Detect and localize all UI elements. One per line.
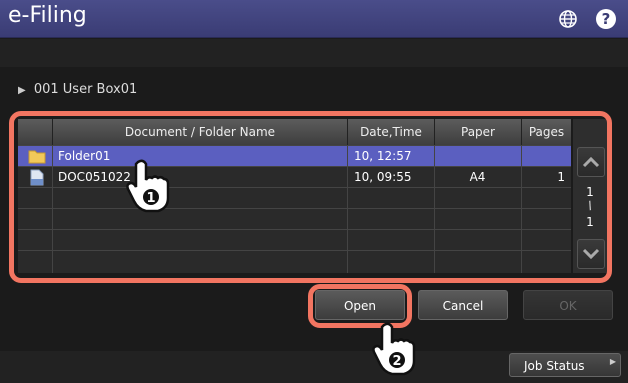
- step-2-label: 2: [392, 354, 401, 369]
- help-icon[interactable]: ?: [596, 9, 616, 29]
- globe-icon[interactable]: [558, 9, 578, 29]
- hand-pointer-icon: 2: [372, 322, 416, 376]
- step-1-label: 1: [146, 191, 155, 206]
- breadcrumb: ▶ 001 User Box01: [18, 82, 137, 97]
- status-area: [0, 39, 628, 67]
- job-status-button[interactable]: Job Status ▶: [509, 353, 621, 377]
- breadcrumb-arrow-icon: ▶: [18, 85, 26, 96]
- title-bar: e-Filing ?: [0, 0, 628, 38]
- app-title: e-Filing: [8, 3, 87, 28]
- breadcrumb-text: 001 User Box01: [33, 82, 138, 97]
- job-status-label: Job Status: [524, 359, 585, 373]
- ok-button[interactable]: OK: [523, 290, 613, 320]
- list-highlight-callout: [9, 111, 612, 283]
- job-status-arrow-icon: ▶: [609, 357, 616, 366]
- hand-pointer-icon: 1: [126, 159, 170, 213]
- cancel-button[interactable]: Cancel: [418, 290, 508, 320]
